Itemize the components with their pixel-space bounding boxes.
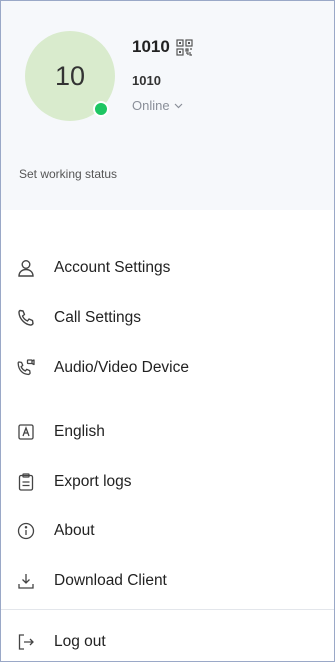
menu-label: Call Settings <box>54 309 142 326</box>
menu-item-account-settings[interactable]: Account Settings <box>1 248 334 288</box>
menu-label: Export logs <box>54 473 132 490</box>
online-status-dot <box>93 101 109 117</box>
user-extension: 1010 <box>132 73 161 88</box>
menu-label: About <box>54 522 95 539</box>
user-name: 1010 <box>132 37 170 56</box>
logout-icon <box>16 632 36 652</box>
user-icon <box>16 258 36 278</box>
language-icon <box>16 422 36 442</box>
menu-label: Log out <box>54 633 106 650</box>
download-icon <box>16 571 36 591</box>
phone-video-icon <box>16 358 36 378</box>
menu-divider <box>1 609 334 610</box>
menu-item-about[interactable]: About <box>1 511 334 551</box>
menu-label: Account Settings <box>54 259 171 276</box>
menu-item-call-settings[interactable]: Call Settings <box>1 298 334 338</box>
info-icon <box>16 521 36 541</box>
menu-item-export-logs[interactable]: Export logs <box>1 462 334 502</box>
menu-item-log-out[interactable]: Log out <box>1 622 334 662</box>
set-working-status-link[interactable]: Set working status <box>19 167 117 181</box>
avatar-initials: 10 <box>54 60 86 91</box>
qr-code-icon[interactable] <box>176 38 193 56</box>
phone-icon <box>16 308 36 328</box>
menu-label: Download Client <box>54 572 167 589</box>
chevron-down-icon <box>174 103 183 109</box>
profile-menu-panel: 10 1010 1010 Online Set working status A… <box>0 0 335 662</box>
menu-item-audio-video-device[interactable]: Audio/Video Device <box>1 348 334 388</box>
profile-header: 10 1010 1010 Online Set working status <box>1 1 334 210</box>
presence-label: Online <box>132 98 170 113</box>
menu-item-download-client[interactable]: Download Client <box>1 561 334 601</box>
menu-label: English <box>54 423 105 440</box>
menu-label: Audio/Video Device <box>54 359 189 376</box>
user-name-row: 1010 <box>132 37 193 57</box>
clipboard-icon <box>16 472 36 492</box>
menu-item-language[interactable]: English <box>1 412 334 452</box>
presence-dropdown[interactable]: Online <box>132 98 183 113</box>
